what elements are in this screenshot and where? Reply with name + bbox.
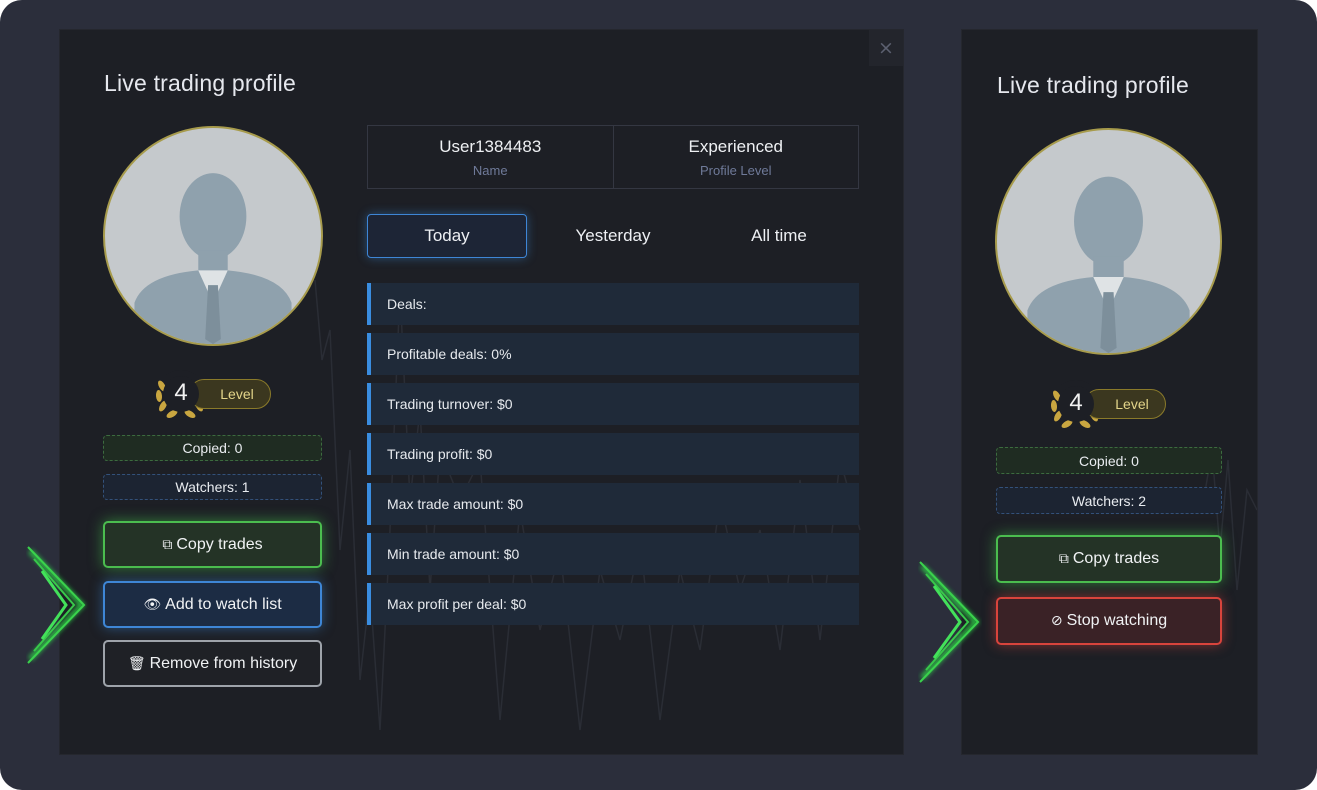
copied-count: Copied: 0 [996,447,1222,474]
stats-list: Deals: Profitable deals: 0% Trading turn… [367,283,859,633]
watchers-count: Watchers: 1 [103,474,322,500]
profile-info-box: User1384483 Name Experienced Profile Lev… [367,125,859,189]
copy-icon: ⧉ [1058,551,1069,567]
stat-min-trade-amount: Min trade amount: $0 [367,533,859,575]
stat-profitable-deals: Profitable deals: 0% [367,333,859,375]
app-frame: × Live trading profile Level 4 Copied: 0… [0,0,1317,790]
live-trading-profile-panel: Live trading profile Level 4 Copied: 0 W… [962,30,1257,754]
profile-level-cell: Experienced Profile Level [612,126,859,188]
watchers-count: Watchers: 2 [996,487,1222,514]
eye-icon: 👁 [143,596,162,613]
pointer-arrow-icon [919,561,980,683]
name-cell: User1384483 Name [368,126,613,188]
avatar [103,126,323,346]
copied-count: Copied: 0 [103,435,322,461]
user-silhouette-icon [1027,176,1190,353]
level-badge: Level 4 [153,366,273,418]
remove-from-history-button[interactable]: 🗑 Remove from history [103,640,322,687]
copy-trades-label: Copy trades [1072,550,1160,567]
stat-trading-turnover: Trading turnover: $0 [367,383,859,425]
level-number: 4 [1069,389,1083,416]
remove-from-history-label: Remove from history [149,654,298,672]
panel-title: Live trading profile [997,72,1189,98]
stat-trading-profit: Trading profit: $0 [367,433,859,475]
stop-watching-button[interactable]: ⊘ Stop watching [996,597,1222,645]
pointer-arrow-icon [27,546,86,664]
copy-trades-button[interactable]: ⧉ Copy trades [996,535,1222,583]
profile-level-value: Experienced [688,136,783,156]
add-to-watch-list-button[interactable]: 👁 Add to watch list [103,581,322,628]
profile-level-label: Profile Level [699,162,772,178]
dialog-title: Live trading profile [104,70,296,96]
user-name: User1384483 [439,136,542,156]
user-silhouette-icon [134,173,292,344]
add-to-watch-list-label: Add to watch list [165,595,282,613]
avatar [995,128,1222,355]
name-label: Name [472,162,508,178]
copy-icon: ⧉ [162,536,173,553]
tab-today[interactable]: Today [367,214,527,258]
copy-trades-button[interactable]: ⧉ Copy trades [103,521,322,568]
tab-yesterday[interactable]: Yesterday [533,214,693,258]
close-button[interactable]: × [869,30,903,66]
stat-deals: Deals: [367,283,859,325]
copy-trades-label: Copy trades [176,535,263,553]
live-trading-profile-dialog: × Live trading profile Level 4 Copied: 0… [60,30,903,754]
stat-max-profit-per-deal: Max profit per deal: $0 [367,583,859,625]
trash-icon: 🗑 [127,655,146,672]
level-number: 4 [174,379,188,406]
eye-slash-icon: ⊘ [1050,613,1063,629]
tab-all-time[interactable]: All time [699,214,859,258]
stat-max-trade-amount: Max trade amount: $0 [367,483,859,525]
stop-watching-label: Stop watching [1066,612,1168,629]
level-badge: Level 4 [1048,376,1172,428]
